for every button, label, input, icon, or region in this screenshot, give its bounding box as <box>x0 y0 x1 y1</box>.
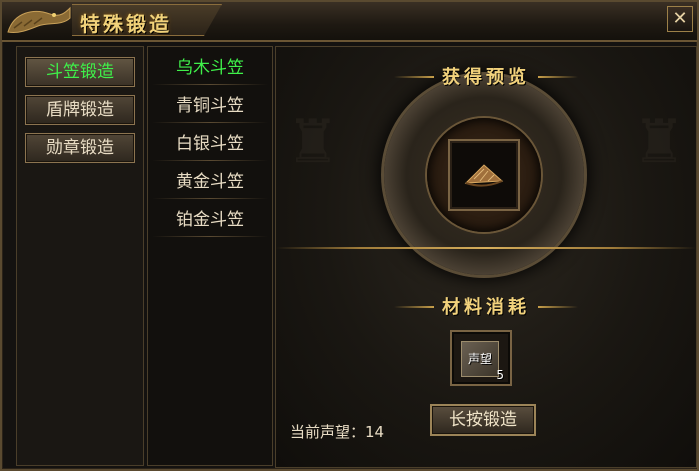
preview-item-slot[interactable] <box>448 139 520 211</box>
current-reputation: 当前声望：14 <box>290 423 385 441</box>
label-deco-right <box>538 76 578 78</box>
divider-line <box>276 247 696 249</box>
category-panel: 斗笠锻造 盾牌锻造 勋章锻造 <box>16 46 144 466</box>
label-deco-left <box>394 76 434 78</box>
label-deco-right <box>538 306 578 308</box>
preview-title-text: 获得预览 <box>442 67 530 88</box>
close-button[interactable]: ✕ <box>667 6 693 32</box>
special-forge-window: 特殊锻造 ✕ 斗笠锻造 盾牌锻造 勋章锻造 乌木斗笠 青铜斗笠 白银斗笠 黄金斗… <box>0 0 699 471</box>
window-title: 特殊锻造 <box>80 12 172 36</box>
dragon-ornament-icon <box>7 6 71 33</box>
category-shield-forge[interactable]: 盾牌锻造 <box>25 95 135 125</box>
list-item[interactable]: 白银斗笠 <box>152 127 268 161</box>
list-item[interactable]: 乌木斗笠 <box>152 51 268 85</box>
materials-section-title: 材料消耗 <box>276 293 696 319</box>
hold-to-forge-button[interactable]: 长按锻造 <box>430 404 536 436</box>
list-item[interactable]: 黄金斗笠 <box>152 165 268 199</box>
list-item[interactable]: 青铜斗笠 <box>152 89 268 123</box>
reputation-material-icon: 声望 <box>461 341 499 377</box>
label-deco-left <box>394 306 434 308</box>
material-slot[interactable]: 声望 5 <box>450 330 512 386</box>
title-bar[interactable]: 特殊锻造 ✕ <box>2 2 697 42</box>
category-medal-forge[interactable]: 勋章锻造 <box>25 133 135 163</box>
material-count: 5 <box>496 368 504 382</box>
category-hat-forge[interactable]: 斗笠锻造 <box>25 57 135 87</box>
list-item[interactable]: 铂金斗笠 <box>152 203 268 237</box>
statue-decoration-right: ♜ <box>632 107 686 177</box>
preview-section-title: 获得预览 <box>276 63 696 89</box>
preview-panel: ♜ ♜ 获得预览 材料消耗 声望 5 当前声望：14 长按锻造 <box>275 46 697 468</box>
materials-title-text: 材料消耗 <box>442 297 530 318</box>
item-list-panel: 乌木斗笠 青铜斗笠 白银斗笠 黄金斗笠 铂金斗笠 <box>147 46 273 466</box>
bamboo-hat-icon <box>464 164 504 187</box>
statue-decoration-left: ♜ <box>286 107 340 177</box>
